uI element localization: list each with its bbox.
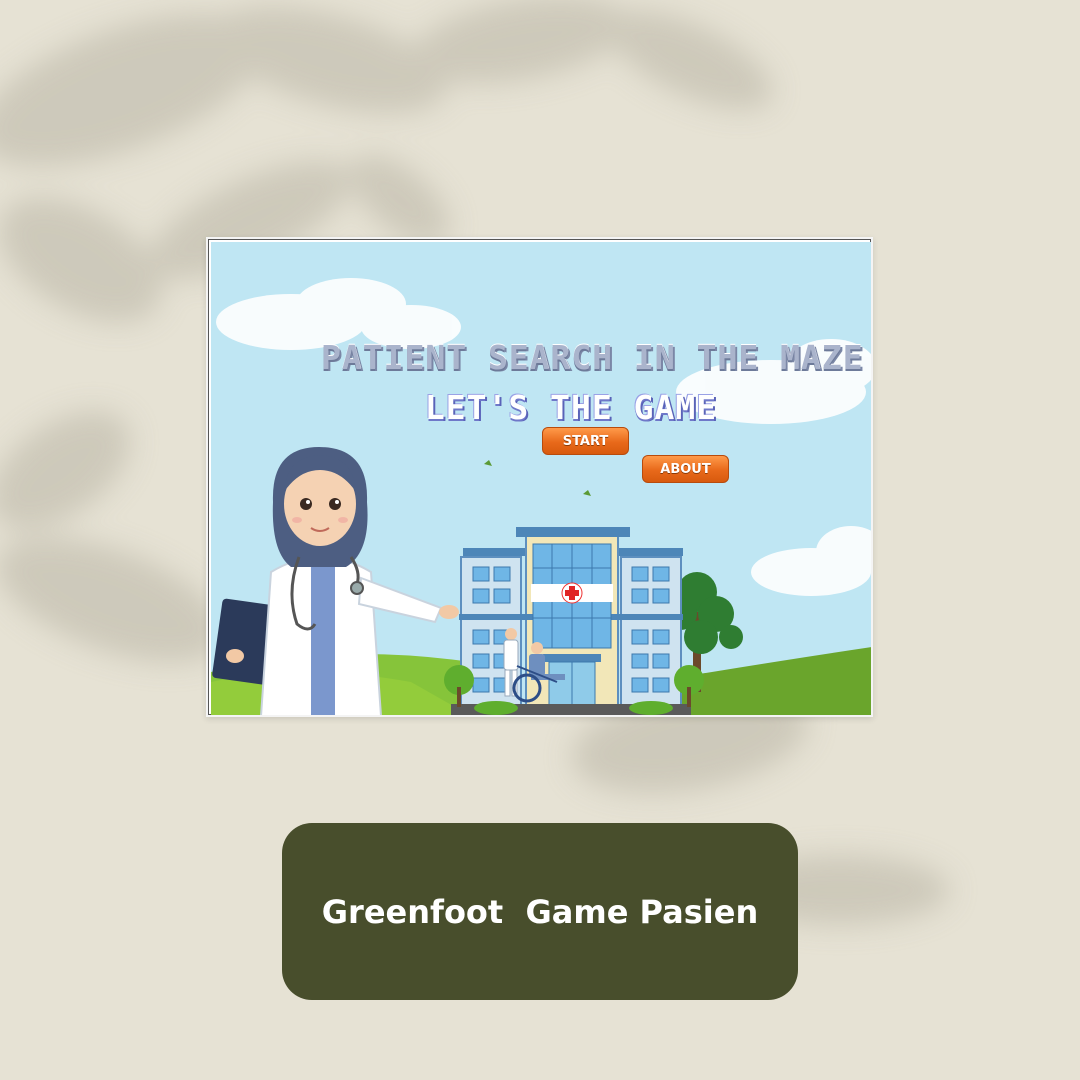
about-button[interactable]: ABOUT — [642, 455, 729, 483]
game-window: PATIENT SEARCH IN THE MAZE LET'S THE GAM… — [206, 237, 873, 717]
game-title-screen: PATIENT SEARCH IN THE MAZE LET'S THE GAM… — [211, 242, 871, 715]
start-button[interactable]: START — [542, 427, 629, 455]
caption-text: Greenfoot Game Pasien — [321, 892, 759, 931]
game-subtitle: LET'S THE GAME — [424, 388, 718, 427]
game-title: PATIENT SEARCH IN THE MAZE — [321, 338, 864, 377]
caption-banner: Greenfoot Game Pasien — [282, 823, 798, 1000]
game-scene-illustration — [211, 242, 871, 715]
